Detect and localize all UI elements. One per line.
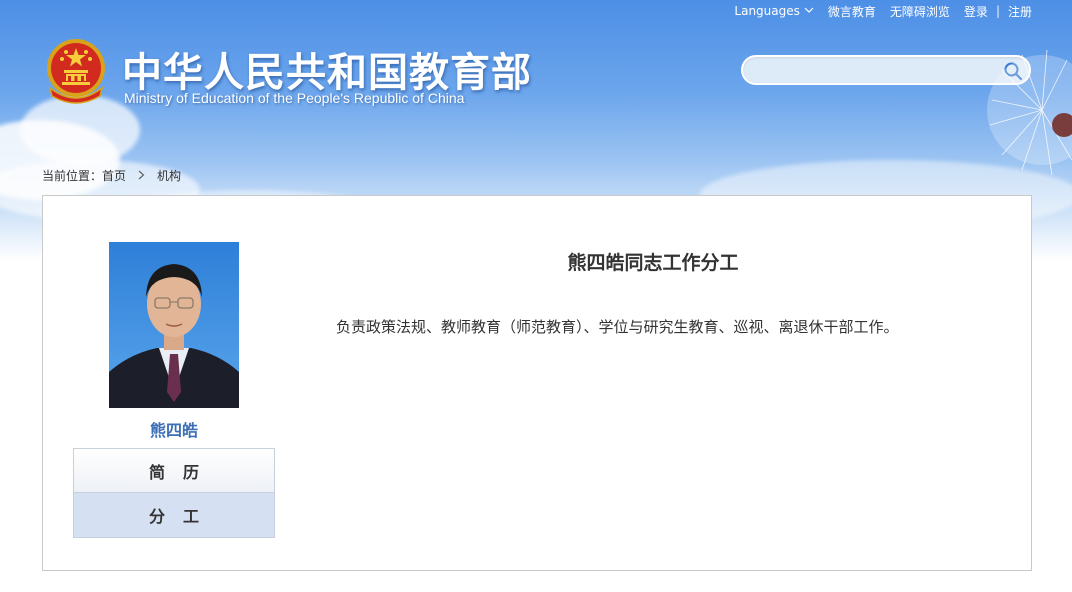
breadcrumb: 当前位置： 首页 机构	[42, 167, 181, 184]
chevron-right-icon	[138, 169, 145, 183]
breadcrumb-current-link[interactable]: 机构	[157, 167, 181, 184]
weibo-link[interactable]: 微言教育	[828, 3, 876, 20]
duty-description: 负责政策法规、教师教育（师范教育）、学位与研究生教育、巡视、离退休干部工作。	[336, 318, 899, 336]
search-input[interactable]	[755, 62, 995, 80]
site-title-english[interactable]: Ministry of Education of the People's Re…	[124, 90, 464, 106]
accessibility-link[interactable]: 无障碍浏览	[890, 3, 950, 20]
register-link[interactable]: 注册	[1008, 3, 1032, 20]
dandelion-decoration	[962, 30, 1072, 200]
duty-title: 熊四皓同志工作分工	[567, 252, 739, 274]
breadcrumb-home-link[interactable]: 首页	[102, 167, 126, 184]
national-emblem-icon[interactable]	[44, 38, 108, 106]
top-utility-bar: Languages 微言教育 无障碍浏览 登录 | 注册	[734, 3, 1032, 19]
tab-duty[interactable]: 分工	[73, 493, 275, 538]
content-panel: 熊四皓 简历 分工 熊四皓同志工作分工 负责政策法规、教师教育（师范教育）、学位…	[42, 195, 1032, 571]
topbar-separator: |	[995, 4, 1000, 18]
login-link[interactable]: 登录	[964, 3, 988, 20]
person-name-link[interactable]: 熊四皓	[109, 417, 239, 441]
profile-photo	[109, 242, 239, 408]
languages-label: Languages	[734, 4, 800, 18]
languages-dropdown[interactable]: Languages	[734, 4, 814, 18]
tab-resume[interactable]: 简历	[73, 448, 275, 493]
chevron-down-icon	[804, 6, 814, 17]
breadcrumb-prefix: 当前位置：	[42, 169, 103, 183]
